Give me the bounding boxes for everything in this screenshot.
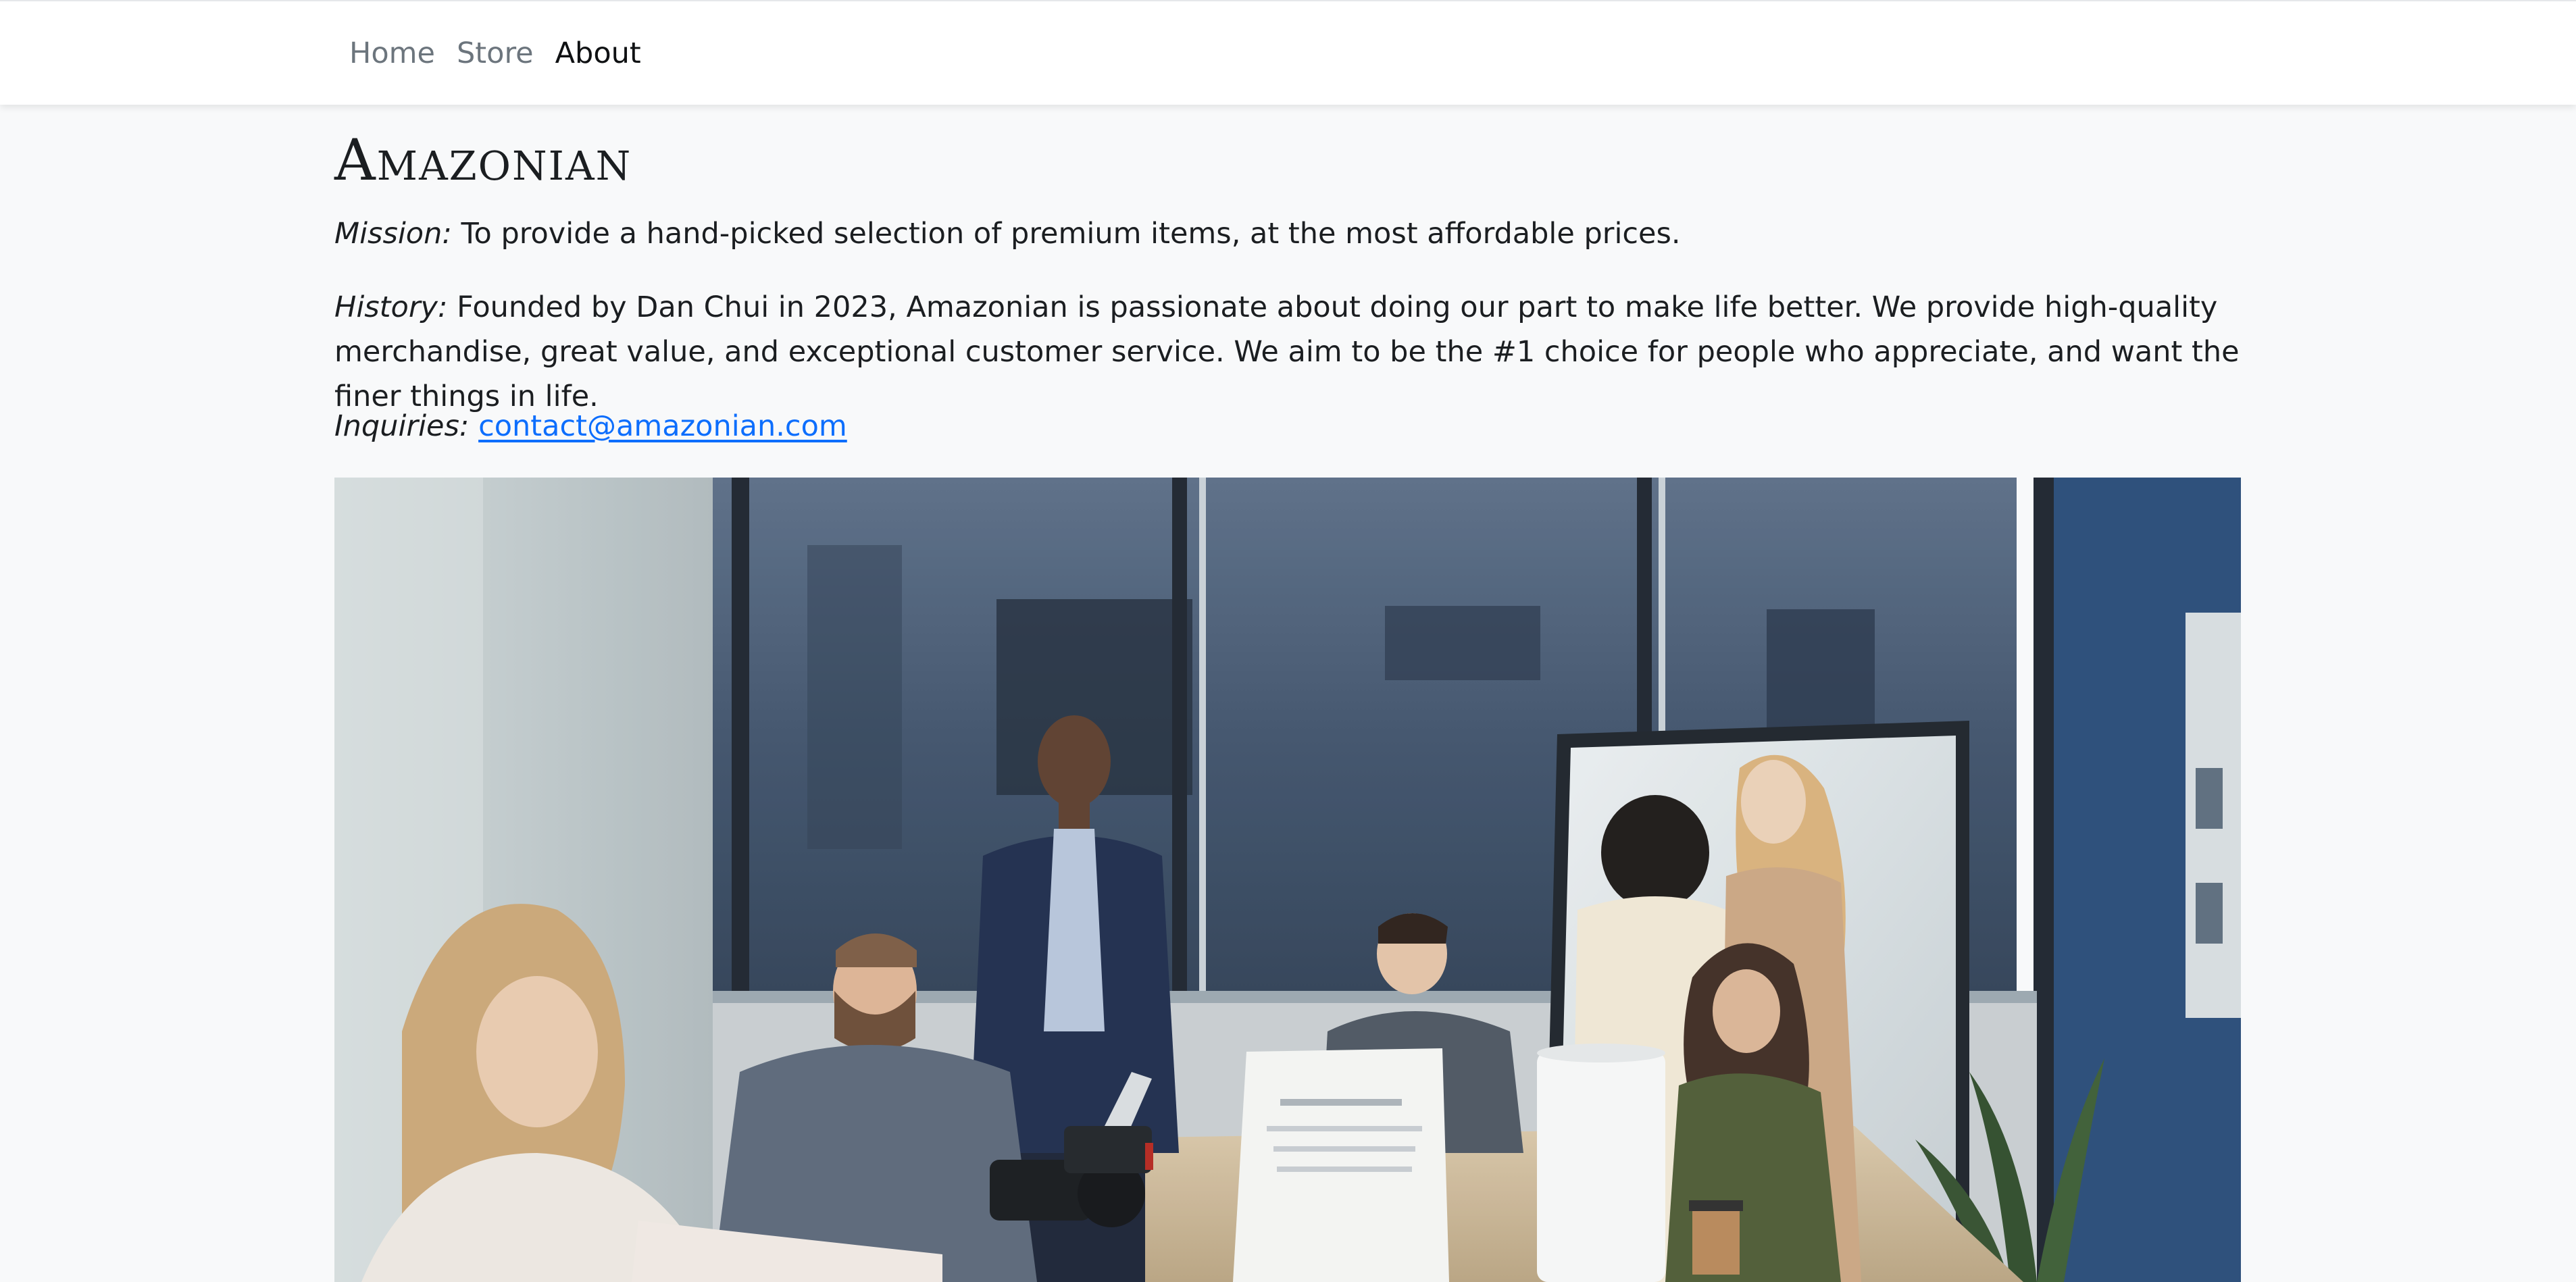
nav-link-about[interactable]: About [545,39,652,68]
history-label: History: [334,290,448,324]
history-text: Founded by Dan Chui in 2023, Amazonian i… [334,290,2240,413]
inquiries-label: Inquiries: [334,409,470,443]
team-photo [334,478,2241,1282]
page-title: Amazonian [334,127,632,193]
mission-paragraph: Mission: To provide a hand-picked select… [334,211,2241,256]
nav-list: Home Store About [334,1,652,106]
history-paragraph: History: Founded by Dan Chui in 2023, Am… [334,285,2241,419]
nav-link-home[interactable]: Home [334,39,446,68]
contact-email-link[interactable]: contact@amazonian.com [478,409,847,443]
nav-link-store[interactable]: Store [446,39,545,68]
top-navbar: Home Store About [0,0,2576,105]
mission-text: To provide a hand-picked selection of pr… [461,217,1681,251]
inquiries-paragraph: Inquiries: contact@amazonian.com [334,404,2241,448]
mission-label: Mission: [334,217,452,251]
